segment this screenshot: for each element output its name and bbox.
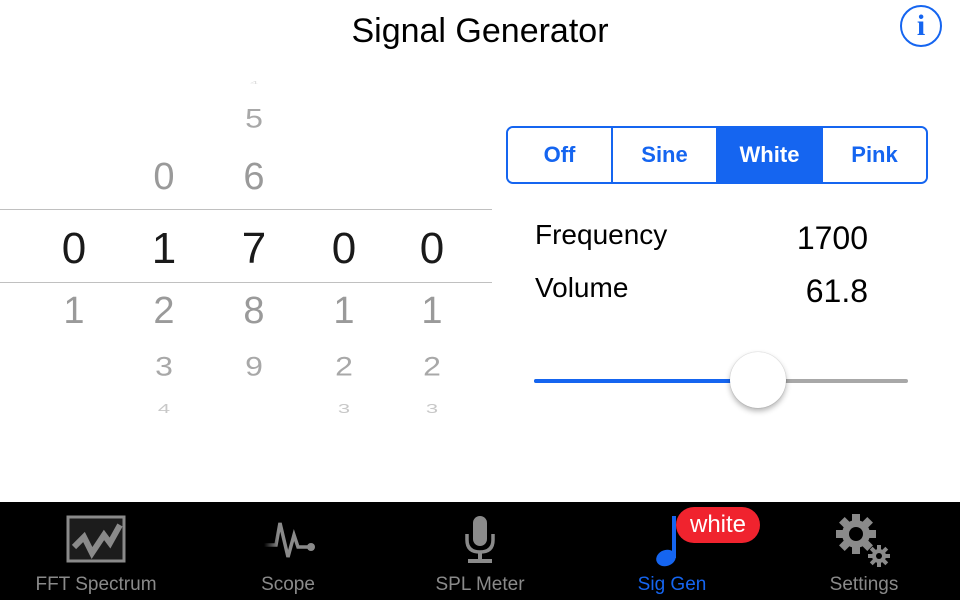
volume-slider[interactable] (534, 352, 908, 408)
picker-digit[interactable]: 6 (224, 158, 284, 196)
picker-digit[interactable]: 1 (402, 292, 462, 330)
picker-digit[interactable]: 0 (134, 158, 194, 196)
volume-label: Volume (535, 272, 629, 303)
microphone-icon (448, 512, 512, 568)
picker-digit[interactable]: 4 (224, 80, 284, 85)
gears-icon (832, 512, 896, 568)
slider-thumb[interactable] (730, 352, 787, 408)
tab-badge: white (676, 507, 761, 543)
tab-bar: FFT Spectrum Scope SPL Meter Sig Gen Set… (0, 502, 960, 600)
picker-digit-selected[interactable]: 7 (224, 227, 284, 271)
page-title: Signal Generator (351, 12, 609, 50)
tab-label: SPL Meter (435, 574, 525, 595)
tab-fft-spectrum[interactable]: FFT Spectrum (0, 502, 192, 600)
picker-digit[interactable]: 5 (224, 104, 284, 131)
tab-scope[interactable]: Scope (192, 502, 384, 600)
picker-digit[interactable]: 3 (314, 402, 374, 415)
segment-off[interactable]: Off (508, 128, 613, 182)
frequency-value: 1700 (796, 220, 868, 256)
frequency-digit-picker[interactable]: 011023476548901230123 (0, 60, 492, 430)
tab-settings[interactable]: Settings (768, 502, 960, 600)
segment-sine[interactable]: Sine (613, 128, 718, 182)
slider-fill (534, 379, 759, 383)
picker-digit[interactable]: 4 (134, 402, 194, 415)
picker-digit-selected[interactable]: 0 (44, 227, 104, 271)
picker-digit[interactable]: 2 (402, 352, 462, 379)
tab-label: FFT Spectrum (35, 574, 157, 595)
picker-digit[interactable]: 2 (314, 352, 374, 379)
picker-digit-selected[interactable]: 0 (402, 227, 462, 271)
tab-label: Sig Gen (637, 574, 707, 595)
frequency-label: Frequency (535, 219, 668, 250)
picker-digit-selected[interactable]: 0 (314, 227, 374, 271)
tab-spl-meter[interactable]: SPL Meter (384, 502, 576, 600)
picker-digit[interactable]: 3 (134, 352, 194, 379)
picker-digit-selected[interactable]: 1 (134, 227, 194, 271)
picker-digit[interactable]: 1 (314, 292, 374, 330)
waveform-segmented-control[interactable]: Off Sine White Pink (506, 126, 928, 184)
pulse-waveform-icon (256, 512, 320, 568)
segment-pink[interactable]: Pink (823, 128, 926, 182)
picker-digit[interactable]: 2 (134, 292, 194, 330)
tab-label: Scope (261, 574, 315, 595)
volume-value: 61.8 (805, 273, 868, 309)
picker-digit[interactable]: 9 (224, 352, 284, 379)
picker-selection-line-bottom (0, 282, 492, 283)
picker-selection-line-top (0, 209, 492, 210)
spectrum-chart-icon (64, 512, 128, 568)
picker-digit[interactable]: 8 (224, 292, 284, 330)
tab-label: Settings (829, 574, 899, 595)
picker-digit[interactable]: 3 (402, 402, 462, 415)
picker-digit[interactable]: 1 (44, 292, 104, 330)
segment-white[interactable]: White (718, 128, 823, 182)
info-icon[interactable]: i (900, 5, 942, 47)
